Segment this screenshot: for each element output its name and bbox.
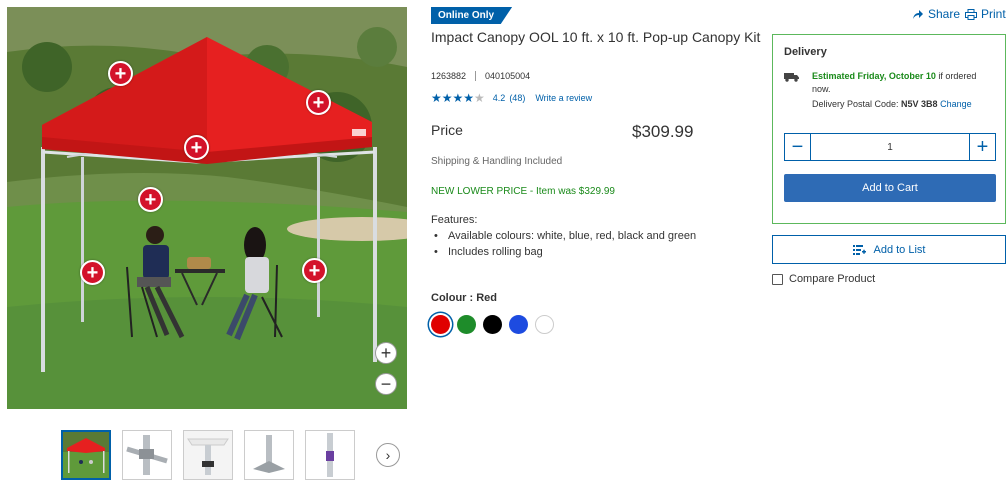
thumbnail-strap-image	[184, 431, 232, 479]
quantity-input[interactable]	[811, 134, 969, 160]
zoom-out-button[interactable]: −	[375, 373, 397, 395]
delivery-estimate: Estimated Friday, October 10 if ordered …	[812, 70, 997, 96]
review-count-link[interactable]: (48)	[509, 93, 525, 103]
thumbnail-strip: ›	[61, 430, 400, 480]
thumbnail-canopy-image	[63, 432, 109, 478]
quantity-decrease-button[interactable]: −	[785, 134, 811, 160]
add-to-list-label: Add to List	[873, 243, 926, 256]
colour-swatches	[431, 315, 554, 334]
model-number: 040105004	[485, 71, 531, 81]
features-heading: Features:	[431, 214, 478, 226]
hotspot-plus-icon[interactable]: +	[80, 260, 105, 285]
share-arrow-icon	[913, 9, 923, 19]
print-label: Print	[981, 7, 1006, 21]
thumbnail-1[interactable]	[61, 430, 111, 480]
list-add-icon	[852, 244, 866, 255]
colour-label: Colour : Red	[431, 292, 497, 304]
thumbnail-2[interactable]	[122, 430, 172, 480]
add-to-cart-button[interactable]: Add to Cart	[784, 174, 996, 202]
hotspot-plus-icon[interactable]: +	[306, 90, 331, 115]
share-button[interactable]: Share	[912, 7, 960, 21]
features-list: Available colours: white, blue, red, bla…	[431, 228, 696, 260]
swatch-red[interactable]	[431, 315, 450, 334]
share-label: Share	[928, 7, 961, 21]
thumbnail-5[interactable]	[305, 430, 355, 480]
thumbnail-4[interactable]	[244, 430, 294, 480]
thumbnail-foot-plate-image	[245, 431, 293, 479]
feature-item: Includes rolling bag	[431, 244, 696, 260]
compare-label: Compare Product	[789, 273, 876, 285]
feature-item: Available colours: white, blue, red, bla…	[431, 228, 696, 244]
product-title: Impact Canopy OOL 10 ft. x 10 ft. Pop-up…	[431, 29, 761, 45]
postal-code: N5V 3B8	[901, 99, 938, 109]
online-only-badge: Online Only	[431, 7, 513, 24]
hotspot-plus-icon[interactable]: +	[302, 258, 327, 283]
canopy-scene-image	[7, 7, 407, 409]
postal-label: Delivery Postal Code:	[812, 99, 902, 109]
print-button[interactable]: Print	[965, 7, 1006, 21]
zoom-in-button[interactable]: +	[375, 342, 397, 364]
hotspot-plus-icon[interactable]: +	[184, 135, 209, 160]
hotspot-plus-icon[interactable]: +	[108, 61, 133, 86]
delivery-postal: Delivery Postal Code: N5V 3B8 Change	[812, 99, 972, 109]
write-review-link[interactable]: Write a review	[535, 93, 592, 103]
add-to-list-button[interactable]: Add to List	[772, 235, 1006, 264]
promo-message: NEW LOWER PRICE - Item was $329.99	[431, 186, 615, 197]
swatch-blue[interactable]	[509, 315, 528, 334]
item-number: 1263882	[431, 71, 467, 81]
printer-icon	[965, 8, 977, 20]
divider	[475, 71, 477, 81]
price-label: Price	[431, 122, 463, 138]
thumbnail-frame-joint-image	[123, 431, 171, 479]
product-codes: 1263882 040105004	[431, 71, 530, 81]
shipping-note: Shipping & Handling Included	[431, 156, 563, 167]
compare-checkbox[interactable]	[772, 273, 783, 285]
quantity-stepper: − +	[784, 133, 996, 161]
star-rating-icon[interactable]: ★★★★★	[431, 91, 485, 105]
rating-row: ★★★★★ 4.2 (48) Write a review	[431, 91, 592, 105]
swatch-green[interactable]	[457, 315, 476, 334]
thumbnail-next-chevron-icon[interactable]: ›	[376, 443, 400, 467]
change-postal-link[interactable]: Change	[940, 99, 972, 109]
hotspot-plus-icon[interactable]: +	[138, 187, 163, 212]
delivery-title: Delivery	[784, 46, 827, 58]
rating-value[interactable]: 4.2	[493, 93, 506, 103]
quantity-increase-button[interactable]: +	[969, 134, 995, 160]
delivery-date: Estimated Friday, October 10	[812, 71, 936, 81]
delivery-panel: Delivery Estimated Friday, October 10 if…	[772, 34, 1006, 224]
compare-product[interactable]: Compare Product	[772, 273, 875, 285]
product-main-image[interactable]: + + + + + + + −	[7, 7, 407, 409]
swatch-white[interactable]	[535, 315, 554, 334]
price-value: $309.99	[632, 122, 694, 141]
thumbnail-leg-pin-image	[306, 431, 354, 479]
thumbnail-3[interactable]	[183, 430, 233, 480]
swatch-black[interactable]	[483, 315, 502, 334]
truck-icon	[784, 73, 799, 82]
